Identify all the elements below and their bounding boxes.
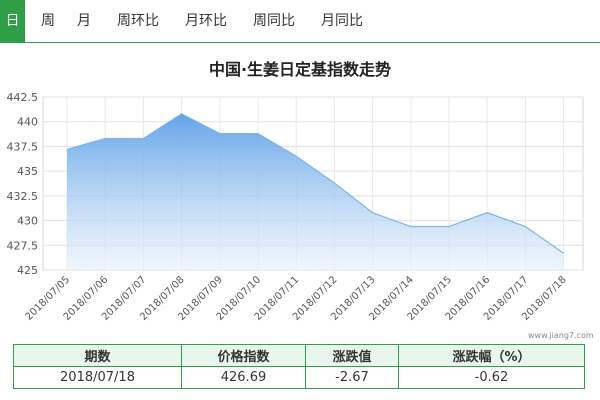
cell-change-percent: -0.62 <box>398 366 585 389</box>
watermark: www.jiang7.com <box>528 331 594 340</box>
data-point <box>218 132 221 135</box>
data-point <box>104 137 107 140</box>
cell-change-value: -2.67 <box>305 366 399 389</box>
data-point <box>333 182 336 185</box>
period-tabs: 日 周 月 周环比 月环比 周同比 月同比 <box>0 0 600 43</box>
tab-week-on-week[interactable]: 周环比 <box>109 0 167 42</box>
data-point <box>409 225 412 228</box>
y-tick-label: 425 <box>17 264 38 277</box>
data-point <box>142 137 145 140</box>
data-point <box>562 252 565 255</box>
data-point <box>66 148 69 151</box>
tab-day[interactable]: 日 <box>0 0 25 42</box>
summary-table: 期数 价格指数 涨跌值 涨跌幅（%） 2018/07/18 426.69 -2.… <box>13 344 585 389</box>
col-period-header: 期数 <box>13 344 182 367</box>
data-point <box>257 132 260 135</box>
y-tick-label: 437.5 <box>7 140 39 153</box>
y-tick-label: 440 <box>17 116 38 129</box>
col-price-index-header: 价格指数 <box>181 344 306 367</box>
data-point <box>486 211 489 214</box>
y-tick-label: 442.5 <box>7 91 39 104</box>
col-change-value-header: 涨跌值 <box>305 344 399 367</box>
index-trend-chart: 425427.5430432.5435437.5440442.5 2018/07… <box>7 91 584 323</box>
cell-period: 2018/07/18 <box>13 366 182 389</box>
data-point <box>524 225 527 228</box>
data-point <box>371 211 374 214</box>
table-row: 2018/07/18 426.69 -2.67 -0.62 <box>13 366 585 389</box>
y-tick-label: 427.5 <box>7 239 39 252</box>
chart-title: 中国·生姜日定基指数走势 <box>208 60 392 79</box>
tab-month-year-on-year[interactable]: 月同比 <box>313 0 371 42</box>
y-tick-label: 435 <box>17 165 38 178</box>
data-point <box>295 155 298 158</box>
y-tick-label: 432.5 <box>7 190 39 203</box>
cell-price-index: 426.69 <box>181 366 306 389</box>
summary-header-row: 期数 价格指数 涨跌值 涨跌幅（%） <box>13 344 585 367</box>
tab-month[interactable]: 月 <box>69 0 99 42</box>
series-area <box>67 113 564 270</box>
y-tick-label: 430 <box>17 215 38 228</box>
col-change-percent-header: 涨跌幅（%） <box>398 344 585 367</box>
tab-month-on-month[interactable]: 月环比 <box>177 0 235 42</box>
data-point <box>448 225 451 228</box>
data-point <box>180 112 183 115</box>
tab-week[interactable]: 周 <box>33 0 63 42</box>
tab-week-year-on-year[interactable]: 周同比 <box>245 0 303 42</box>
